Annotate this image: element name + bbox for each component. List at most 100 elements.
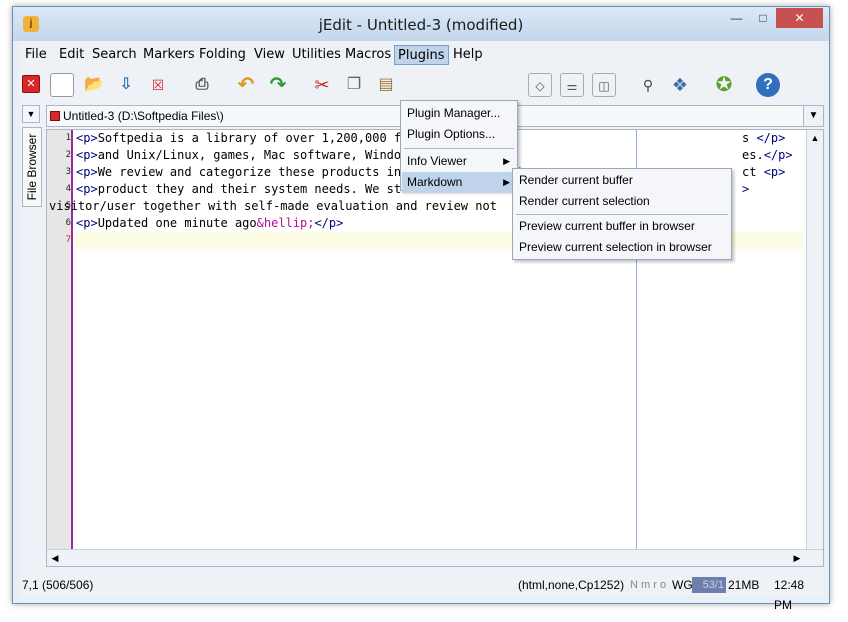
close-dock-icon[interactable]: ✕ [22, 75, 40, 93]
plugin-icon[interactable]: ✪ [712, 73, 736, 97]
code-fragment: s </p> [742, 131, 785, 145]
menu-item-plugin-options[interactable]: Plugin Options... [402, 124, 516, 145]
tag-token: <p> [76, 216, 98, 230]
menu-item-label: Plugin Manager... [407, 106, 501, 120]
expand-fold-icon[interactable]: ◇ [528, 73, 552, 97]
search-icon[interactable]: ⚲ [636, 73, 660, 97]
scroll-up-icon[interactable]: ▲ [807, 130, 823, 146]
line-gutter: 1 2 3 4 5 6 7 [47, 130, 73, 566]
close-buffer-icon[interactable]: ☒ [146, 73, 170, 97]
scroll-right-icon[interactable]: ▶ [789, 550, 805, 566]
redo-icon[interactable]: ↷ [266, 73, 290, 97]
menu-view[interactable]: View [251, 45, 288, 65]
tag-token: <p> [76, 165, 98, 179]
tag-token: <p> [76, 131, 98, 145]
paste-icon[interactable]: ▤ [374, 73, 398, 97]
text-token: Softpedia is a library of over 1,200,000… [97, 131, 409, 145]
code-fragment: > [742, 182, 749, 196]
status-flags[interactable]: N m r o [630, 575, 666, 595]
tag-token: <p> [763, 165, 786, 179]
jedit-window: j jEdit - Untitled-3 (modified) — □ ✕ Fi… [12, 6, 830, 612]
code-fragment: es.</p> [742, 148, 793, 162]
close-window-button[interactable]: ✕ [776, 8, 823, 28]
code-line: visitor/user together with self-made eva… [49, 199, 497, 213]
memory-usage-bar[interactable]: 53/1 [692, 577, 726, 593]
code-line: <p>and Unix/Linux, games, Mac software, … [76, 148, 408, 162]
open-file-icon[interactable]: 📂 [82, 73, 106, 97]
entity-token: &hellip; [256, 216, 315, 230]
vertical-scrollbar[interactable]: ▲ [806, 130, 823, 566]
buffer-dropdown-icon[interactable]: ▼ [803, 106, 823, 126]
title-bar[interactable]: j jEdit - Untitled-3 (modified) — □ ✕ [13, 7, 829, 41]
menu-plugins[interactable]: Plugins [394, 45, 449, 65]
submenu-arrow-icon: ▶ [503, 156, 510, 166]
text-token: ct [742, 165, 764, 179]
file-browser-tab-label: File Browser [25, 133, 39, 201]
buffer-label: Untitled-3 (D:\Softpedia Files\) [63, 109, 224, 123]
line-number: 3 [65, 167, 71, 177]
split-icon[interactable]: ◫ [592, 73, 616, 97]
print-icon[interactable]: ⎙ [190, 73, 214, 97]
menu-markers[interactable]: Markers [140, 45, 198, 65]
tools-icon[interactable]: ❖ [668, 73, 692, 97]
text-token: visitor/user together with self-made eva… [49, 199, 497, 213]
save-icon[interactable]: ⇩ [114, 73, 138, 97]
caret-position[interactable]: 7,1 (506/506) [22, 575, 93, 595]
minimize-button[interactable]: — [723, 8, 750, 28]
maximize-button[interactable]: □ [750, 8, 776, 28]
collapse-fold-icon[interactable]: ⚌ [560, 73, 584, 97]
new-file-icon[interactable] [50, 73, 74, 97]
text-token: s [742, 131, 757, 145]
copy-icon[interactable]: ❐ [342, 73, 366, 97]
line-number-current: 7 [65, 235, 71, 245]
status-wg[interactable]: WG [672, 575, 693, 595]
text-token: and Unix/Linux, games, Mac software, Win… [97, 148, 409, 162]
menu-bar: File Edit Search Markers Folding View Ut… [20, 41, 824, 67]
buffer-mode[interactable]: (html,none,Cp1252) [518, 575, 624, 595]
menu-item-label: Plugin Options... [407, 127, 496, 141]
menu-utilities[interactable]: Utilities [289, 45, 344, 65]
line-number: 4 [65, 184, 71, 194]
submenu-arrow-icon: ▶ [503, 177, 510, 187]
tag-token: </p> [756, 131, 786, 145]
menu-item-render-selection[interactable]: Render current selection [519, 191, 650, 212]
menu-help[interactable]: Help [450, 45, 486, 65]
tag-token: <p> [76, 148, 98, 162]
menu-folding[interactable]: Folding [196, 45, 249, 65]
menu-item-label: Markdown [407, 175, 463, 189]
line-number: 6 [65, 218, 71, 228]
plugins-menu: Plugin Manager... Plugin Options... Info… [400, 100, 518, 193]
undo-icon[interactable]: ↶ [234, 73, 258, 97]
client-area: File Edit Search Markers Folding View Ut… [20, 41, 824, 612]
menu-search[interactable]: Search [89, 45, 140, 65]
code-line: <p>Updated one minute ago&hellip;</p> [76, 216, 343, 230]
left-dock: ✕ ▼ File Browser [20, 75, 42, 585]
horizontal-scrollbar[interactable]: ◀ ▶ [47, 549, 823, 566]
window-title: jEdit - Untitled-3 (modified) [318, 16, 524, 34]
tag-token: </p> [763, 148, 793, 162]
menu-separator [404, 148, 514, 149]
text-token: Updated one minute ago [97, 216, 257, 230]
tag-token: </p> [314, 216, 344, 230]
code-line: <p>Softpedia is a library of over 1,200,… [76, 131, 408, 145]
file-browser-tab[interactable]: File Browser [22, 127, 42, 207]
modified-buffer-icon [50, 111, 60, 121]
code-fragment: ct <p> [742, 165, 785, 179]
menu-item-preview-buffer[interactable]: Preview current buffer in browser [519, 216, 695, 237]
scroll-left-icon[interactable]: ◀ [47, 550, 63, 566]
memory-usage: 21MB [728, 578, 760, 592]
line-number: 2 [65, 150, 71, 160]
help-icon[interactable]: ? [756, 73, 780, 97]
dock-menu-arrow-icon[interactable]: ▼ [22, 105, 40, 123]
menu-file[interactable]: File [22, 45, 50, 65]
menu-item-markdown[interactable]: Markdown ▶ [402, 172, 516, 193]
menu-item-preview-selection[interactable]: Preview current selection in browser [519, 237, 712, 258]
cut-icon[interactable]: ✂ [310, 73, 334, 97]
tag-token: > [742, 182, 750, 196]
menu-edit[interactable]: Edit [56, 45, 87, 65]
menu-item-render-buffer[interactable]: Render current buffer [519, 170, 633, 191]
menu-macros[interactable]: Macros [342, 45, 394, 65]
menu-item-plugin-manager[interactable]: Plugin Manager... [402, 103, 516, 124]
menu-item-label: Info Viewer [407, 154, 467, 168]
menu-item-info-viewer[interactable]: Info Viewer ▶ [402, 151, 516, 172]
